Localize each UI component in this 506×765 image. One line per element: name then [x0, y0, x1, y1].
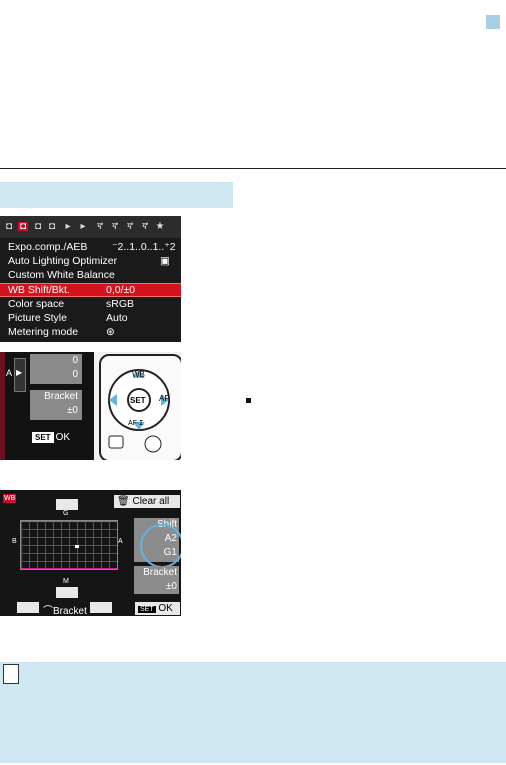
axis-letter-a: A: [6, 368, 13, 378]
menu-item-value: 0,0/±0: [106, 284, 136, 296]
af-key-label: AF: [159, 394, 170, 403]
menu-item-picture-style[interactable]: Picture Style Auto: [0, 311, 181, 325]
set-key: SET: [32, 432, 54, 443]
menu-item-value: sRGB: [106, 298, 135, 310]
ok-button[interactable]: SET OK: [135, 602, 180, 615]
shift-a-value: 0: [72, 355, 78, 366]
note-icon: [3, 664, 19, 684]
wb-cursor[interactable]: [75, 545, 79, 548]
axis-a-label: A: [118, 538, 123, 545]
section-divider: [0, 168, 506, 169]
menu-tab-7[interactable]: ኛ: [95, 222, 105, 232]
clear-all-label: Clear all: [132, 496, 170, 507]
clear-all-button[interactable]: 🗑 Clear all: [114, 495, 180, 508]
menu-item-value: ⁻2..1..0..1..⁺2: [112, 241, 176, 253]
menu-item-label: Picture Style: [8, 312, 67, 324]
arrow-right-icon: ▶: [16, 368, 23, 377]
menu-item-expo-comp[interactable]: Expo.comp./AEB ⁻2..1..0..1..⁺2: [0, 240, 181, 254]
menu-tab-1[interactable]: ◘: [4, 222, 14, 232]
ok-button[interactable]: SET OK: [32, 432, 70, 443]
menu-item-metering[interactable]: Metering mode ⊛: [0, 325, 181, 339]
bracket-value: ±0: [66, 405, 78, 416]
up-arrow-button[interactable]: [56, 499, 78, 510]
bracket-box: Bracket ±0: [30, 390, 82, 420]
ok-label: OK: [158, 603, 173, 614]
menu-item-label: Custom White Balance: [8, 269, 115, 281]
wb-shift-grid[interactable]: [20, 520, 118, 570]
menu-tab-2[interactable]: ◘: [18, 222, 28, 232]
menu-item-alo[interactable]: Auto Lighting Optimizer ▣: [0, 254, 181, 268]
ok-label: OK: [55, 432, 71, 443]
menu-tab-9[interactable]: ኛ: [125, 222, 135, 232]
set-key-label[interactable]: SET: [130, 396, 146, 405]
bracket-label: Bracket: [143, 567, 177, 578]
menu-item-custom-wb[interactable]: Custom White Balance: [0, 268, 181, 282]
alo-icon: ▣: [160, 255, 170, 267]
menu-item-label: Auto Lighting Optimizer: [8, 255, 118, 267]
wb-icon: WB: [3, 494, 17, 503]
menu-tab-10[interactable]: ኛ: [140, 222, 150, 232]
menu-item-value: Auto: [106, 312, 128, 324]
chapter-tab: [486, 15, 500, 29]
menu-tab-6[interactable]: ▸: [78, 222, 88, 232]
camera-menu-screen: ◘ ◘ ◘ ◘ ▸ ▸ ኛ ኛ ኛ ኛ ★ Expo.comp./AEB ⁻2.…: [0, 216, 181, 342]
down-arrow-button[interactable]: [56, 587, 78, 598]
shift-value-box: 0 0: [30, 354, 82, 384]
set-key: SET: [138, 606, 156, 613]
step-header-bar: [0, 182, 233, 208]
menu-item-wb-shift[interactable]: WB Shift/Bkt. 0,0/±0: [0, 283, 181, 297]
menu-item-color-space[interactable]: Color space sRGB: [0, 297, 181, 311]
note-box: [0, 662, 506, 763]
camera-back-photo: A ▶ 0 0 Bracket ±0 SET OK WB AF SET AF·Σ: [0, 352, 181, 460]
bracket-panel: Bracket ±0: [134, 566, 179, 594]
camera-lcd: A ▶ 0 0 Bracket ±0 SET OK: [0, 352, 94, 460]
menu-item-label: Expo.comp./AEB: [8, 241, 88, 253]
menu-tab-bar: ◘ ◘ ◘ ◘ ▸ ▸ ኛ ኛ ኛ ኛ ★: [0, 216, 181, 238]
drive-key-label: AF·Σ: [128, 420, 144, 427]
bracket-value: ±0: [165, 581, 177, 592]
trash-icon: 🗑: [117, 496, 130, 507]
menu-tab-5[interactable]: ▸: [63, 222, 73, 232]
menu-tab-4[interactable]: ◘: [47, 222, 57, 232]
menu-item-label: WB Shift/Bkt.: [8, 284, 70, 296]
axis-m-label: M: [63, 578, 69, 585]
dial-left-button[interactable]: [17, 602, 39, 613]
menu-tab-3[interactable]: ◘: [33, 222, 43, 232]
wb-key-label: WB: [132, 370, 145, 379]
bullet-marker: [246, 398, 251, 403]
axis-b-label: B: [12, 538, 17, 545]
metering-icon: ⊛: [106, 326, 115, 338]
wb-shift-screen: WB 🗑 Clear all G B A M Shift A2 G1 Brack…: [0, 490, 181, 616]
menu-item-label: Color space: [8, 298, 65, 310]
menu-tab-11[interactable]: ★: [155, 222, 165, 232]
highlight-circle: [140, 524, 181, 568]
cross-keys-dial: WB AF SET AF·Σ: [99, 354, 181, 460]
dial-right-button[interactable]: [90, 602, 112, 613]
menu-tab-8[interactable]: ኛ: [110, 222, 120, 232]
bracket-label: Bracket: [44, 391, 78, 402]
shift-g-value: 0: [72, 369, 78, 380]
bracket-dial-label: ⌒Bracket: [43, 606, 87, 616]
axis-g-label: G: [63, 510, 69, 517]
menu-item-label: Metering mode: [8, 326, 79, 338]
